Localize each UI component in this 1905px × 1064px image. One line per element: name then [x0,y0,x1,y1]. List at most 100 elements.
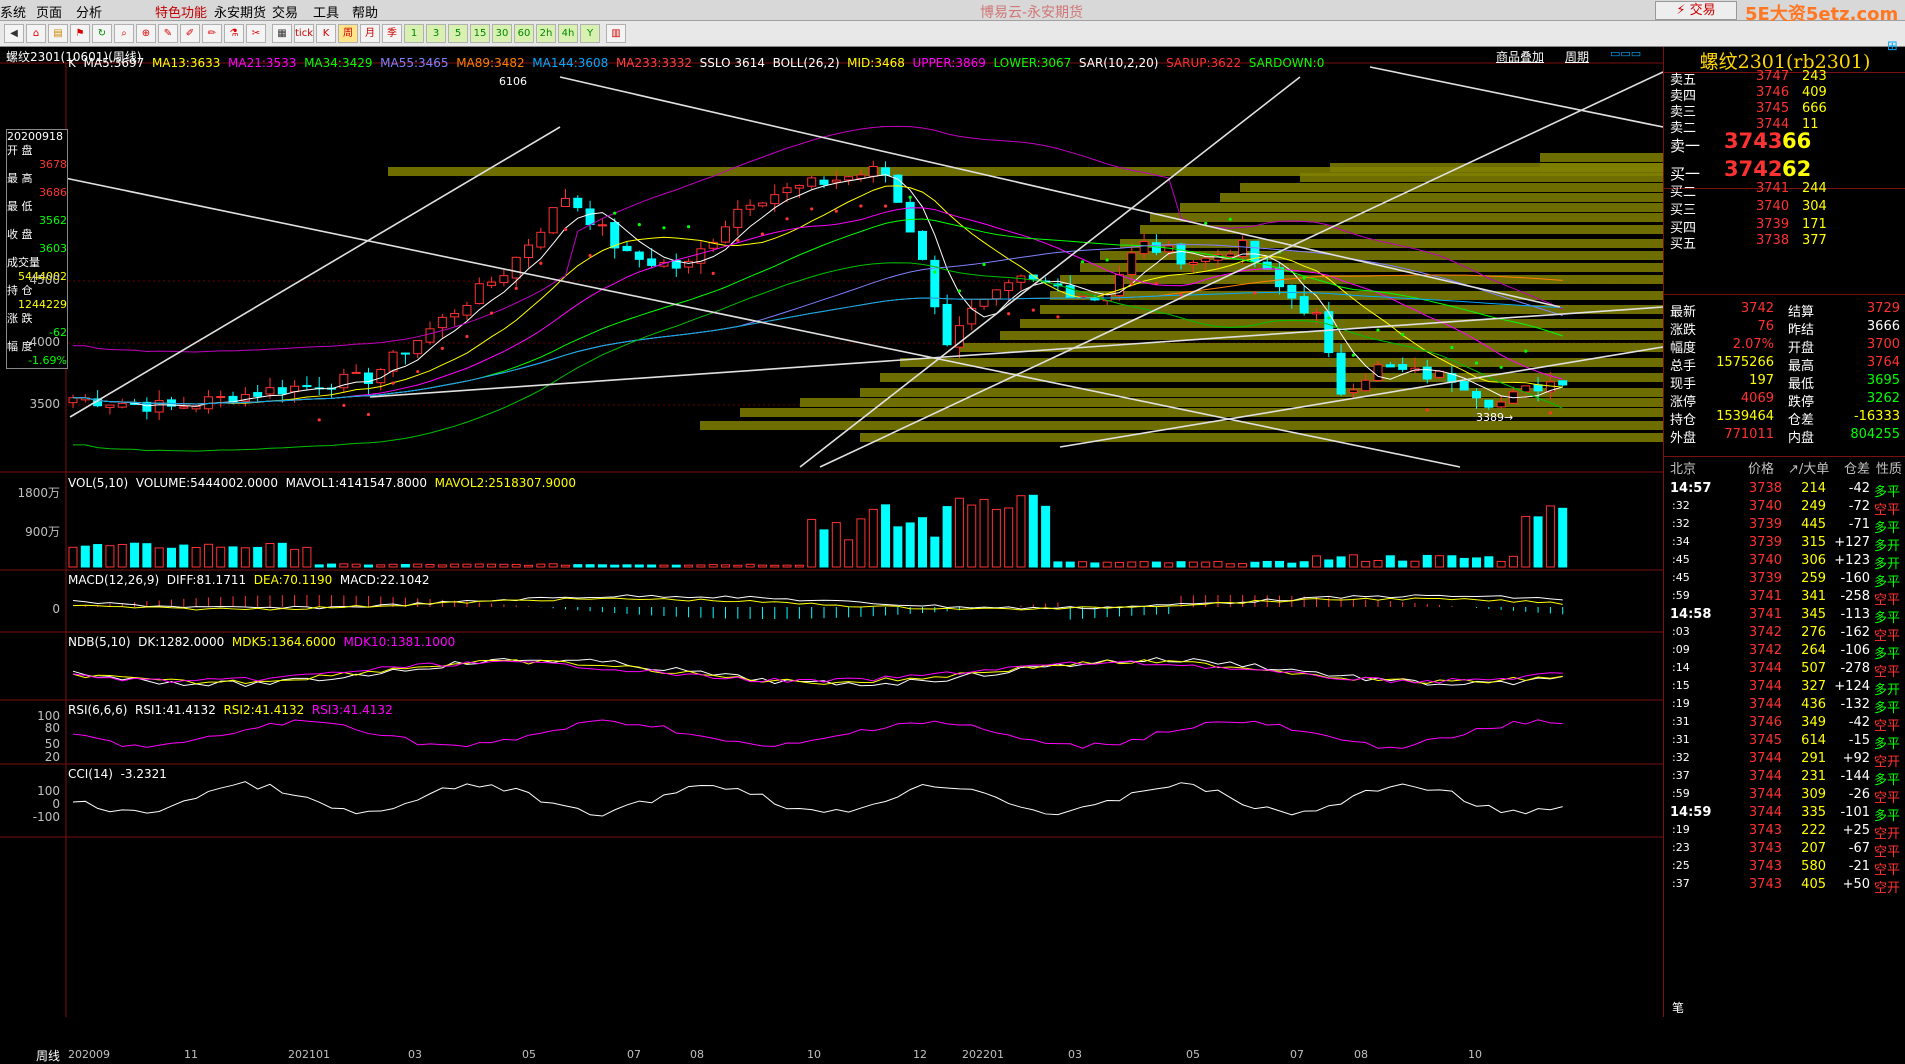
ruler-icon[interactable]: ✎ [158,24,178,43]
ndb-name: NDB(5,10) [68,635,131,649]
menu-system[interactable]: 系统 [0,2,26,21]
sar-dot [1130,282,1134,286]
candle [610,222,620,249]
sar-dot [1548,411,1552,415]
period-link[interactable]: 周期 [1565,48,1589,64]
cci-y100: 100 [37,784,60,798]
period-15-icon[interactable]: 15 [470,24,490,43]
stat-row: 最新 3742 结算 3729 [1664,301,1905,321]
trade-button[interactable]: ⚡ 交易 [1655,1,1737,20]
volume-bar [117,543,127,568]
tick-oi: +127 [1834,535,1870,550]
period-4h-icon[interactable]: 4h [558,24,578,43]
quarter-button[interactable]: 季 [382,24,402,43]
tick-oi: -160 [1840,571,1870,586]
candle [770,194,780,205]
sar-dot [1080,260,1085,264]
home-icon[interactable]: ⌂ [26,24,46,43]
candle [1127,252,1137,276]
candle [1176,243,1186,265]
draw-icon[interactable]: ✏ [202,24,222,43]
candle [1459,380,1469,391]
search-icon[interactable]: ⌕ [114,24,134,43]
menu-yongan[interactable]: 永安期货 [214,2,266,21]
tick-time: :03 [1672,625,1690,638]
tick-price: 3743 [1748,877,1782,892]
x-tick: 08 [1354,1048,1368,1061]
candle [400,352,410,355]
period-30-icon[interactable]: 30 [492,24,512,43]
tick-volume: 231 [1801,769,1826,784]
period-3-icon[interactable]: 3 [426,24,446,43]
tick-time: :32 [1672,751,1690,764]
period-60-icon[interactable]: 60 [514,24,534,43]
tick-footer[interactable]: 笔 [1672,999,1684,1016]
tick-price: 3743 [1748,823,1782,838]
tick-oi: -26 [1848,787,1870,802]
flag-icon[interactable]: ⚑ [70,24,90,43]
info-oi: 1244229 [18,298,67,311]
sar-dot [489,311,494,315]
volume-bar [745,563,755,568]
refresh-icon[interactable]: ↻ [92,24,112,43]
volume-bar [376,564,386,568]
expand-icon[interactable]: ⊞ [1887,39,1898,54]
menu-trade[interactable]: 交易 [272,2,298,21]
stat-label: 持仓 [1670,413,1697,428]
volume-bar [1250,561,1260,568]
tick-time: :37 [1672,769,1690,782]
candle [1533,384,1543,392]
period-1-icon[interactable]: 1 [404,24,424,43]
chart-area[interactable]: 螺纹2301(10601)(周线) 商品叠加 周期 ▭▭▭ K MA5:3697… [0,47,1663,1063]
menu-page[interactable]: 页面 [36,2,62,21]
calc-icon[interactable]: ▥ [606,24,626,43]
period-y-icon[interactable]: Y [580,24,600,43]
k-icon[interactable]: K [316,24,336,43]
volume-bar [967,504,977,568]
quote-panel: 螺纹2301(rb2301) 卖五 3747 243 卖四 3746 409 卖三 3745 6… [1663,39,1905,1017]
month-button[interactable]: 月 [360,24,380,43]
week-button[interactable]: 周 [338,24,358,43]
zoom-icon[interactable]: ⊕ [136,24,156,43]
back-icon[interactable]: ◀ [4,24,24,43]
legend-k: K [68,56,76,70]
sar-dot [1524,349,1528,353]
tools-icon[interactable]: ✂ [246,24,266,43]
menu-features[interactable]: 特色功能 [155,2,207,21]
tick-time: 14:58 [1670,607,1712,622]
tick-price: 3740 [1748,553,1782,568]
sar-dot [1056,315,1060,319]
volume-bar [203,543,213,568]
grid-icon[interactable]: ▦ [272,24,292,43]
bid-volume: 377 [1802,233,1827,248]
kline-chart[interactable] [0,47,1663,1017]
x-tick: 03 [408,1048,422,1061]
window-buttons-icon[interactable]: ▭▭▭ [1610,47,1641,63]
volume-bar [733,564,743,568]
lab-icon[interactable]: ⚗ [224,24,244,43]
period-2h-icon[interactable]: 2h [536,24,556,43]
volume-bar [1447,555,1457,568]
book-icon[interactable]: ▤ [48,24,68,43]
candle [1373,364,1383,382]
volume-bar [1127,561,1137,568]
volume-bar [413,563,423,568]
pen-icon[interactable]: ✐ [180,24,200,43]
tick-icon[interactable]: tick [294,24,314,43]
menu-analysis[interactable]: 分析 [76,2,102,21]
volume-bar [511,563,521,568]
overlay-link[interactable]: 商品叠加 [1496,48,1544,64]
period-5-icon[interactable]: 5 [448,24,468,43]
menu-tools[interactable]: 工具 [313,2,339,21]
menu-help[interactable]: 帮助 [352,2,378,21]
tick-time: :34 [1672,535,1690,548]
tick-volume: 341 [1801,589,1826,604]
macd-legend: MACD(12,26,9) DIFF:81.1711 DEA:70.1190 M… [68,573,430,587]
x-tick: 12 [913,1048,927,1061]
bid-volume: 304 [1802,199,1827,214]
bid-row: 买二 3741 244 [1664,181,1905,201]
tick-volume: 207 [1801,841,1826,856]
candle [450,313,460,318]
volume-bar [1041,505,1051,568]
sar-dot [1401,333,1405,337]
